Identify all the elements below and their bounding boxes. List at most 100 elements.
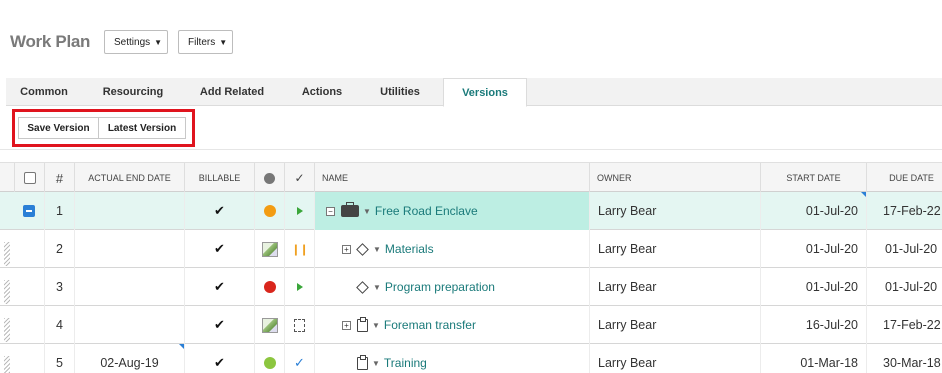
owner-cell[interactable]: Larry Bear <box>589 268 760 306</box>
chevron-down-icon[interactable]: ▼ <box>372 321 380 330</box>
tab-versions[interactable]: Versions <box>443 78 527 107</box>
filters-button[interactable]: Filters ▼ <box>178 30 233 54</box>
start-date-cell[interactable]: 01-Jul-20 <box>760 268 866 306</box>
column-header-name[interactable]: NAME <box>314 163 589 193</box>
drag-handle[interactable] <box>4 242 10 266</box>
checkmark-icon: ✔ <box>214 317 225 332</box>
task-name-link[interactable]: Free Road Enclave <box>375 204 478 218</box>
name-cell[interactable]: ▼ Training <box>314 344 589 373</box>
status-cell <box>254 230 284 268</box>
column-header-number[interactable]: # <box>44 163 74 193</box>
due-date-cell[interactable]: 01-Jul-20 <box>866 230 942 268</box>
tab-actions[interactable]: Actions <box>290 78 354 106</box>
task-name-link[interactable]: Materials <box>385 242 434 256</box>
milestone-diamond-icon <box>356 280 369 294</box>
owner-cell[interactable]: Larry Bear <box>589 344 760 373</box>
page-title: Work Plan <box>10 32 91 51</box>
name-cell[interactable]: − ▼ Free Road Enclave <box>314 192 589 230</box>
column-header-billable[interactable]: BILLABLE <box>184 163 254 193</box>
name-cell[interactable]: + ▼ Foreman transfer <box>314 306 589 344</box>
select-all-checkbox[interactable] <box>23 172 36 184</box>
actual-end-date-cell[interactable] <box>74 230 184 268</box>
status-cell <box>254 306 284 344</box>
status-cell <box>254 192 284 230</box>
column-header-owner[interactable]: OWNER <box>589 163 760 193</box>
owner-cell[interactable]: Larry Bear <box>589 230 760 268</box>
due-date-cell[interactable]: 17-Feb-22 <box>866 306 942 344</box>
tab-common[interactable]: Common <box>6 78 82 106</box>
name-cell[interactable]: ▼ Program preparation <box>314 268 589 306</box>
billable-cell[interactable]: ✔ <box>184 192 254 230</box>
drag-handle[interactable] <box>4 280 10 304</box>
due-date-cell[interactable]: 17-Feb-22 <box>866 192 942 230</box>
checkmark-icon: ✔ <box>214 241 225 256</box>
chevron-down-icon[interactable]: ▼ <box>373 245 381 254</box>
row-number: 5 <box>44 344 74 373</box>
tab-utilities[interactable]: Utilities <box>366 78 434 106</box>
actual-end-date-cell[interactable] <box>74 268 184 306</box>
broken-image-icon <box>261 241 278 257</box>
table-row[interactable]: 5 02-Aug-19 ✔ ✓ ▼ Training Larry Bear 01… <box>0 344 942 373</box>
chevron-down-icon[interactable]: ▼ <box>363 207 371 216</box>
row-select-cell[interactable] <box>14 192 44 230</box>
start-date-cell[interactable]: 01-Mar-18 <box>760 344 866 373</box>
table-row[interactable]: 4 ✔ + ▼ Foreman transfer Larry Bear 16-J… <box>0 306 942 344</box>
billable-cell[interactable]: ✔ <box>184 344 254 373</box>
billable-cell[interactable]: ✔ <box>184 230 254 268</box>
save-version-button[interactable]: Save Version <box>18 117 99 139</box>
actual-end-date-cell[interactable] <box>74 306 184 344</box>
actual-end-date-cell[interactable]: 02-Aug-19 <box>74 344 184 373</box>
expand-icon[interactable]: + <box>342 320 351 330</box>
task-name-link[interactable]: Program preparation <box>385 280 495 294</box>
versions-toolbar: Save Version Latest Version <box>0 106 942 150</box>
select-all-checkbox-cell[interactable] <box>14 163 44 193</box>
owner-cell[interactable]: Larry Bear <box>589 306 760 344</box>
column-header-start-date[interactable]: START DATE <box>760 163 866 193</box>
billable-cell[interactable]: ✔ <box>184 268 254 306</box>
chevron-down-icon: ▼ <box>154 37 163 47</box>
actual-end-date-cell[interactable] <box>74 192 184 230</box>
column-header-status[interactable] <box>254 163 284 193</box>
checkmark-icon: ✔ <box>214 203 225 218</box>
checkmark-icon: ✔ <box>214 355 225 370</box>
briefcase-icon <box>341 202 359 217</box>
chevron-down-icon[interactable]: ▼ <box>372 359 380 368</box>
table-row[interactable]: 2 ✔ ❙❙ + ▼ Materials Larry Bear 01-Jul-2… <box>0 230 942 268</box>
latest-version-button[interactable]: Latest Version <box>98 117 186 139</box>
task-name-link[interactable]: Foreman transfer <box>384 318 476 332</box>
start-date-cell[interactable]: 01-Jul-20 <box>760 230 866 268</box>
start-date-cell[interactable]: 16-Jul-20 <box>760 306 866 344</box>
row-checkbox[interactable] <box>23 205 35 217</box>
due-date-cell[interactable]: 30-Mar-18 <box>866 344 942 373</box>
drag-handle[interactable] <box>4 356 10 373</box>
collapse-icon[interactable]: − <box>326 206 335 216</box>
page-header: Work Plan Settings ▼ Filters ▼ <box>0 0 942 78</box>
status-dot-icon <box>263 357 276 369</box>
column-header-state[interactable]: ✓ <box>284 163 314 193</box>
row-number: 2 <box>44 230 74 268</box>
checkmark-icon: ✓ <box>294 171 305 185</box>
clipboard-task-icon <box>357 316 368 332</box>
due-date-cell[interactable]: 01-Jul-20 <box>866 268 942 306</box>
paused-icon: ❙❙ <box>291 243 308 256</box>
milestone-diamond-icon <box>356 242 369 256</box>
drag-handle[interactable] <box>4 318 10 342</box>
tab-resourcing[interactable]: Resourcing <box>92 78 174 106</box>
broken-image-icon <box>261 317 278 333</box>
row-number: 1 <box>44 192 74 230</box>
table-row[interactable]: 1 ✔ − ▼ Free Road Enclave Larry Bear 01-… <box>0 192 942 230</box>
start-date-cell[interactable]: 01-Jul-20 <box>760 192 866 230</box>
task-name-link[interactable]: Training <box>384 356 427 370</box>
expand-icon[interactable]: + <box>342 244 351 254</box>
column-header-due-date[interactable]: DUE DATE <box>866 163 942 193</box>
state-cell <box>284 192 314 230</box>
billable-cell[interactable]: ✔ <box>184 306 254 344</box>
tab-add-related[interactable]: Add Related <box>188 78 276 106</box>
owner-cell[interactable]: Larry Bear <box>589 192 760 230</box>
actual-end-date-value: 02-Aug-19 <box>100 356 159 370</box>
chevron-down-icon[interactable]: ▼ <box>373 283 381 292</box>
table-row[interactable]: 3 ✔ ▼ Program preparation Larry Bear 01-… <box>0 268 942 306</box>
name-cell[interactable]: + ▼ Materials <box>314 230 589 268</box>
column-header-actual-end-date[interactable]: ACTUAL END DATE <box>74 163 184 193</box>
settings-button[interactable]: Settings ▼ <box>104 30 168 54</box>
